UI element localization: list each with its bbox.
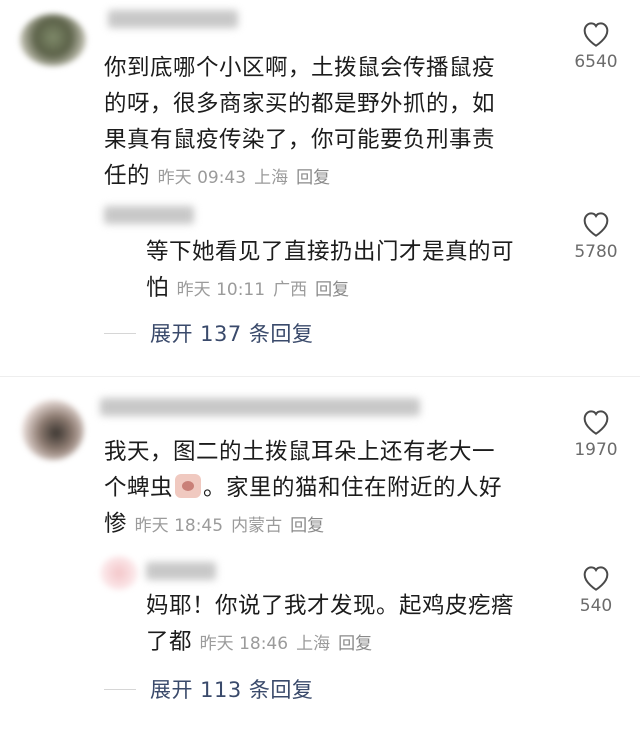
reply-button[interactable]: 回复 (290, 516, 324, 536)
reply-meta: 昨天 18:46 上海 回复 (200, 634, 380, 654)
heart-icon (583, 410, 609, 435)
like-count: 5780 (574, 242, 618, 262)
reply-username[interactable] (104, 206, 194, 224)
comment-line: 我天，图二的土拨鼠耳朵上还有老大一 (104, 439, 496, 465)
comment-line: 的呀，很多商家买的都是野外抓的，如 (104, 91, 496, 117)
like-button[interactable]: 6540 (566, 18, 626, 72)
like-button[interactable]: 5780 (566, 208, 626, 262)
reply-username[interactable] (146, 562, 216, 580)
like-count: 6540 (574, 52, 618, 72)
comment-line: 惨 (104, 511, 128, 537)
reply-time: 昨天 10:11 (176, 280, 266, 300)
username[interactable] (100, 398, 420, 416)
comment-meta: 昨天 18:45 内蒙古 回复 (135, 516, 332, 536)
comment-line: 果真有鼠疫传染了，你可能要负刑事责 (104, 127, 496, 153)
reply-location: 广西 (273, 280, 308, 300)
reply-line: 了都 (146, 629, 193, 655)
heart-icon (583, 212, 609, 237)
comment-line: 任的 (104, 163, 151, 189)
comment-text: 我天，图二的土拨鼠耳朵上还有老大一 个蜱虫 。家里的猫和住在附近的人好 惨 昨天 … (104, 434, 544, 544)
expand-replies[interactable]: 展开 137 条回复 (104, 318, 313, 348)
reply-text: 等下她看见了直接扔出门才是真的可 怕 昨天 10:11 广西 回复 (146, 234, 546, 308)
comment-line: 个蜱虫 (104, 475, 174, 501)
comment-location: 上海 (254, 168, 289, 188)
reply-button[interactable]: 回复 (296, 168, 330, 188)
comment-meta: 昨天 09:43 上海 回复 (158, 168, 338, 188)
reply-text: 妈耶！你说了我才发现。起鸡皮疙瘩 了都 昨天 18:46 上海 回复 (146, 588, 546, 662)
comment-line-last: 任的 昨天 09:43 上海 回复 (104, 158, 544, 196)
reply-line: 等下她看见了直接扔出门才是真的可 (146, 239, 515, 265)
comment-line-2: 个蜱虫 。家里的猫和住在附近的人好 (104, 470, 544, 506)
expand-replies[interactable]: 展开 113 条回复 (104, 674, 313, 704)
comment-line-last: 惨 昨天 18:45 内蒙古 回复 (104, 506, 544, 544)
like-count: 1970 (574, 440, 618, 460)
expand-divider (104, 332, 136, 334)
reply-line: 怕 (146, 275, 170, 301)
reply-avatar[interactable] (100, 556, 138, 590)
reply-meta: 昨天 10:11 广西 回复 (177, 280, 357, 300)
comment-line: 。家里的猫和住在附近的人好 (203, 475, 503, 501)
comment-location: 内蒙古 (231, 516, 283, 536)
comment-divider (0, 376, 640, 377)
reply-line: 妈耶！你说了我才发现。起鸡皮疙瘩 (146, 593, 515, 619)
reply-button[interactable]: 回复 (315, 280, 349, 300)
reply-time: 昨天 18:46 (199, 634, 289, 654)
comment-time: 昨天 18:45 (134, 516, 224, 536)
comment-text: 你到底哪个小区啊，土拨鼠会传播鼠疫 的呀，很多商家买的都是野外抓的，如 果真有鼠… (104, 50, 544, 196)
like-button[interactable]: 540 (566, 562, 626, 616)
avatar[interactable] (20, 14, 86, 66)
expand-divider (104, 688, 136, 690)
heart-icon (583, 22, 609, 47)
emoji-icon (175, 473, 202, 498)
username[interactable] (108, 10, 238, 28)
comment-time: 昨天 09:43 (157, 168, 247, 188)
reply-button[interactable]: 回复 (338, 634, 372, 654)
avatar[interactable] (22, 400, 84, 460)
expand-replies-label[interactable]: 展开 137 条回复 (150, 318, 313, 348)
reply-line-last: 怕 昨天 10:11 广西 回复 (146, 270, 546, 308)
like-button[interactable]: 1970 (566, 406, 626, 460)
expand-replies-label[interactable]: 展开 113 条回复 (150, 674, 313, 704)
comment-line: 你到底哪个小区啊，土拨鼠会传播鼠疫 (104, 55, 496, 81)
reply-line-last: 了都 昨天 18:46 上海 回复 (146, 624, 546, 662)
reply-location: 上海 (296, 634, 331, 654)
heart-icon (583, 566, 609, 591)
like-count: 540 (579, 596, 613, 616)
